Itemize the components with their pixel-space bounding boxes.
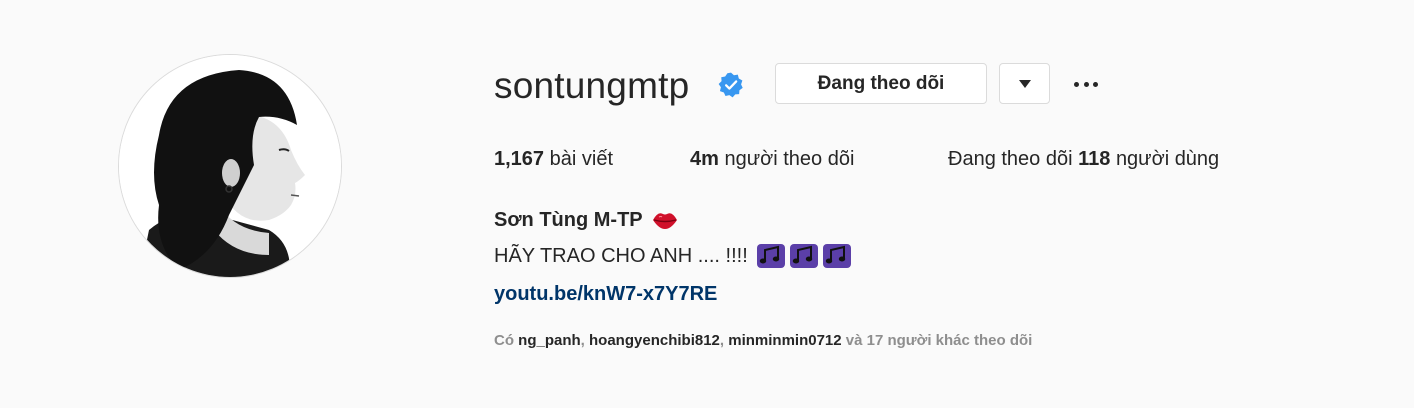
profile-website-link[interactable]: youtu.be/knW7-x7Y7RE — [494, 281, 717, 307]
followed-by-suffix: và 17 người khác theo dõi — [845, 332, 1033, 349]
followed-by-text[interactable]: Có ng_panh, hoangyenchibi812, minminmin0… — [494, 331, 1032, 351]
followed-by-prefix: Có — [494, 332, 514, 349]
more-options-icon[interactable] — [1070, 70, 1102, 98]
more-dot — [1083, 81, 1089, 87]
more-dot — [1074, 81, 1079, 87]
followers-count: 4m — [690, 148, 719, 170]
suggested-accounts-dropdown-button[interactable] — [999, 63, 1050, 104]
profile-bio: HÃY TRAO CHO ANH .... !!!! — [494, 243, 852, 269]
music-notes-icon — [789, 244, 818, 268]
following-suffix: người dùng — [1115, 148, 1220, 170]
posts-label: bài viết — [549, 148, 613, 170]
music-notes-icon — [756, 244, 785, 268]
posts-count: 1,167 — [494, 148, 545, 170]
following-stat[interactable]: Đang theo dõi 118 người dùng — [948, 146, 1219, 172]
caret-down-icon — [1018, 79, 1031, 88]
followed-by-user[interactable]: minminmin0712 — [728, 332, 841, 349]
following-prefix: Đang theo dõi — [948, 148, 1073, 170]
profile-avatar[interactable] — [118, 54, 342, 278]
bio-text: HÃY TRAO CHO ANH .... !!!! — [494, 245, 748, 267]
profile-header: sontungmtp Đang theo dõi 1,167 bài viết … — [0, 0, 1414, 408]
followed-by-separator: , — [580, 332, 590, 349]
followers-stat[interactable]: 4m người theo dõi — [690, 146, 854, 172]
music-notes-icon — [822, 244, 851, 268]
following-button-label: Đang theo dõi — [817, 72, 945, 94]
following-button[interactable]: Đang theo dõi — [775, 63, 987, 104]
followed-by-separator: , — [719, 332, 729, 349]
posts-stat: 1,167 bài viết — [494, 146, 613, 172]
followed-by-user[interactable]: ng_panh — [518, 332, 581, 349]
profile-full-name: Sơn Tùng M-TP — [494, 207, 679, 233]
following-count: 118 — [1078, 148, 1111, 170]
profile-username: sontungmtp — [494, 65, 690, 106]
avatar-portrait-image — [119, 55, 341, 277]
more-dot — [1093, 81, 1098, 87]
followers-label: người theo dõi — [724, 148, 855, 170]
full-name-text: Sơn Tùng M-TP — [494, 209, 643, 231]
kiss-lips-icon — [652, 213, 677, 229]
verified-badge-icon — [718, 72, 743, 98]
followed-by-user[interactable]: hoangyenchibi812 — [589, 332, 720, 349]
